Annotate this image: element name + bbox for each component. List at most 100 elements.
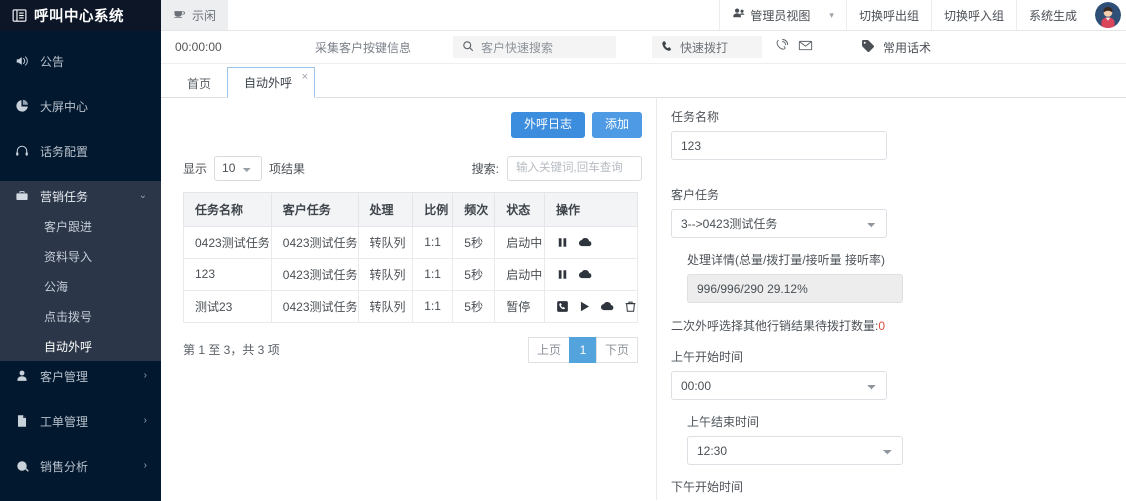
collect-keypress-button[interactable]: 采集客户按键信息 [305,39,421,56]
cell-status: 暂停 [494,289,545,323]
content-area: 外呼日志 添加 显示 10 项结果 搜索: 任务名称 [161,98,1126,500]
task-table-head: 任务名称 客户任务 处理 比例 频次 状态 操作 [183,191,638,227]
cell-customer-task: 0423测试任务 [270,289,359,323]
sidebar-subitem-click-dial[interactable]: 点击拨号 [0,301,161,331]
table-header-row: 任务名称 客户任务 处理 比例 频次 状态 操作 [183,191,638,227]
sidebar-subitem-data-import[interactable]: 资料导入 [0,241,161,271]
customer-quick-search[interactable]: 客户快速搜索 [453,36,617,58]
cell-actions [544,257,638,291]
sidebar-group-marketing-task[interactable]: 营销任务 ⌄ [0,181,161,211]
table-controls: 显示 10 项结果 搜索: [183,155,642,181]
envelope-icon[interactable] [798,38,813,56]
sidebar-group-label: 销售分析 [40,459,89,474]
switch-inbound-group-button[interactable]: 切换呼入组 [930,0,1016,30]
phone-square-icon[interactable] [556,300,569,313]
sidebar-subitem-auto-call[interactable]: 自动外呼 [0,331,161,361]
avatar-wrap[interactable] [1089,0,1126,30]
cloud-icon[interactable] [578,267,593,282]
field-am-end: 上午结束时间 12:30 [687,413,903,465]
sidebar-subitem-customer-follow[interactable]: 客户跟进 [0,211,161,241]
pagination-page-1[interactable]: 1 [568,336,597,363]
task-name-input[interactable] [671,131,887,160]
call-timer: 00:00:00 [175,40,222,54]
pause-icon[interactable] [556,236,569,249]
play-icon[interactable] [578,300,591,313]
phone-loop-icon[interactable] [774,38,789,56]
list-box-icon [12,8,27,23]
main-area: 示闲 管理员视图 ▾ 切换呼出组 切换呼入组 系统生成 00:00:00 采集客… [161,0,1126,501]
table-row[interactable]: 0423测试任务 0423测试任务 转队列 1:1 5秒 启动中 [183,225,638,259]
task-list-pane: 外呼日志 添加 显示 10 项结果 搜索: 任务名称 [161,98,656,500]
label-am-end: 上午结束时间 [687,415,760,429]
pagination-controls: 上页 1 下页 [527,336,638,363]
field-handle-detail: 处理详情(总量/拨打量/接听量 接听率) [687,251,903,303]
doc-icon [14,413,30,429]
quick-dial-label: 快速拨打 [680,40,729,55]
sidebar-group-report-monitor[interactable]: 报表监控 › [0,496,161,501]
switch-outbound-group-button[interactable]: 切换呼出组 [845,0,931,30]
add-task-button[interactable]: 添加 [591,112,642,138]
sidebar-item-label: 公告 [40,54,65,69]
agent-status-tab[interactable]: 示闲 [161,0,229,30]
label-customer-task: 客户任务 [671,188,720,202]
trash-icon[interactable] [624,300,637,313]
brand-title: 呼叫中心系统 [34,9,124,25]
sidebar-subitem-public-pool[interactable]: 公海 [0,271,161,301]
sidebar-group-customer-mgmt[interactable]: 客户管理 › [0,361,161,391]
pause-icon[interactable] [556,268,569,281]
table-row[interactable]: 123 0423测试任务 转队列 1:1 5秒 启动中 [183,257,638,291]
tab-home[interactable]: 首页 [171,70,227,97]
system-generate-button[interactable]: 系统生成 [1015,0,1089,30]
customer-task-select[interactable]: 3-->0423测试任务 [671,209,887,238]
sidebar-group-label: 营销任务 [40,189,89,204]
sidebar-item-call-config[interactable]: 话务配置 [0,136,161,166]
am-end-select[interactable]: 12:30 [687,436,903,465]
outbound-log-button[interactable]: 外呼日志 [510,112,585,138]
tab-auto-call[interactable]: 自动外呼 × [227,67,316,98]
avatar[interactable] [1095,2,1121,28]
briefcase-icon [14,188,30,204]
pagination-next[interactable]: 下页 [595,336,638,363]
cell-frequency: 5秒 [452,225,496,259]
cell-frequency: 5秒 [452,289,496,323]
coffee-cup-icon [173,7,186,23]
common-phrases-button[interactable]: 常用话术 [861,39,931,56]
sidebar-item-label: 话务配置 [40,144,89,159]
search-input[interactable] [507,155,642,181]
sidebar-subitem-label: 客户跟进 [44,219,93,234]
quick-dial-button[interactable]: 快速拨打 [652,36,763,58]
sidebar-item-announcement[interactable]: 公告 [0,46,161,76]
th-frequency: 频次 [452,191,496,227]
sidebar-subitem-label: 公海 [44,279,69,294]
admin-view-dropdown[interactable]: 管理员视图 ▾ [719,0,846,30]
field-task-name: 任务名称 [671,108,887,160]
close-icon[interactable]: × [302,72,308,83]
sidebar-group-ticket-mgmt[interactable]: 工单管理 › [0,406,161,436]
cloud-icon[interactable] [600,299,615,314]
page-size-select[interactable]: 10 [214,155,263,181]
label-handle-detail: 处理详情(总量/拨打量/接听量 接听率) [687,253,885,267]
sidebar-subitem-label: 自动外呼 [44,339,93,354]
label-am-start: 上午开始时间 [671,350,744,364]
pagination-prev[interactable]: 上页 [527,336,570,363]
cell-customer-task: 0423测试任务 [270,225,359,259]
phone-toolbar: 00:00:00 采集客户按键信息 客户快速搜索 快速拨打 常用话术 [161,31,1126,64]
cell-handle: 转队列 [357,257,414,291]
am-start-select[interactable]: 00:00 [671,371,887,400]
chevron-right-icon: › [143,415,147,426]
cell-status: 启动中 [494,257,545,291]
th-ratio: 比例 [412,191,454,227]
task-table-body: 0423测试任务 0423测试任务 转队列 1:1 5秒 启动中 123 042… [183,225,638,323]
th-task-name: 任务名称 [183,191,272,227]
cloud-icon[interactable] [578,235,593,250]
collect-keypress-label: 采集客户按键信息 [315,40,412,55]
form-grid: 任务名称 客户任务 3-->0423测试任务 处理详情(总量/拨打量/接听量 接… [671,108,1108,500]
sidebar-group-sales-analysis[interactable]: 销售分析 › [0,451,161,481]
cell-task-name: 123 [183,257,272,291]
table-row[interactable]: 测试23 0423测试任务 转队列 1:1 5秒 暂停 [183,289,638,323]
sidebar-item-bigscreen[interactable]: 大屏中心 [0,91,161,121]
